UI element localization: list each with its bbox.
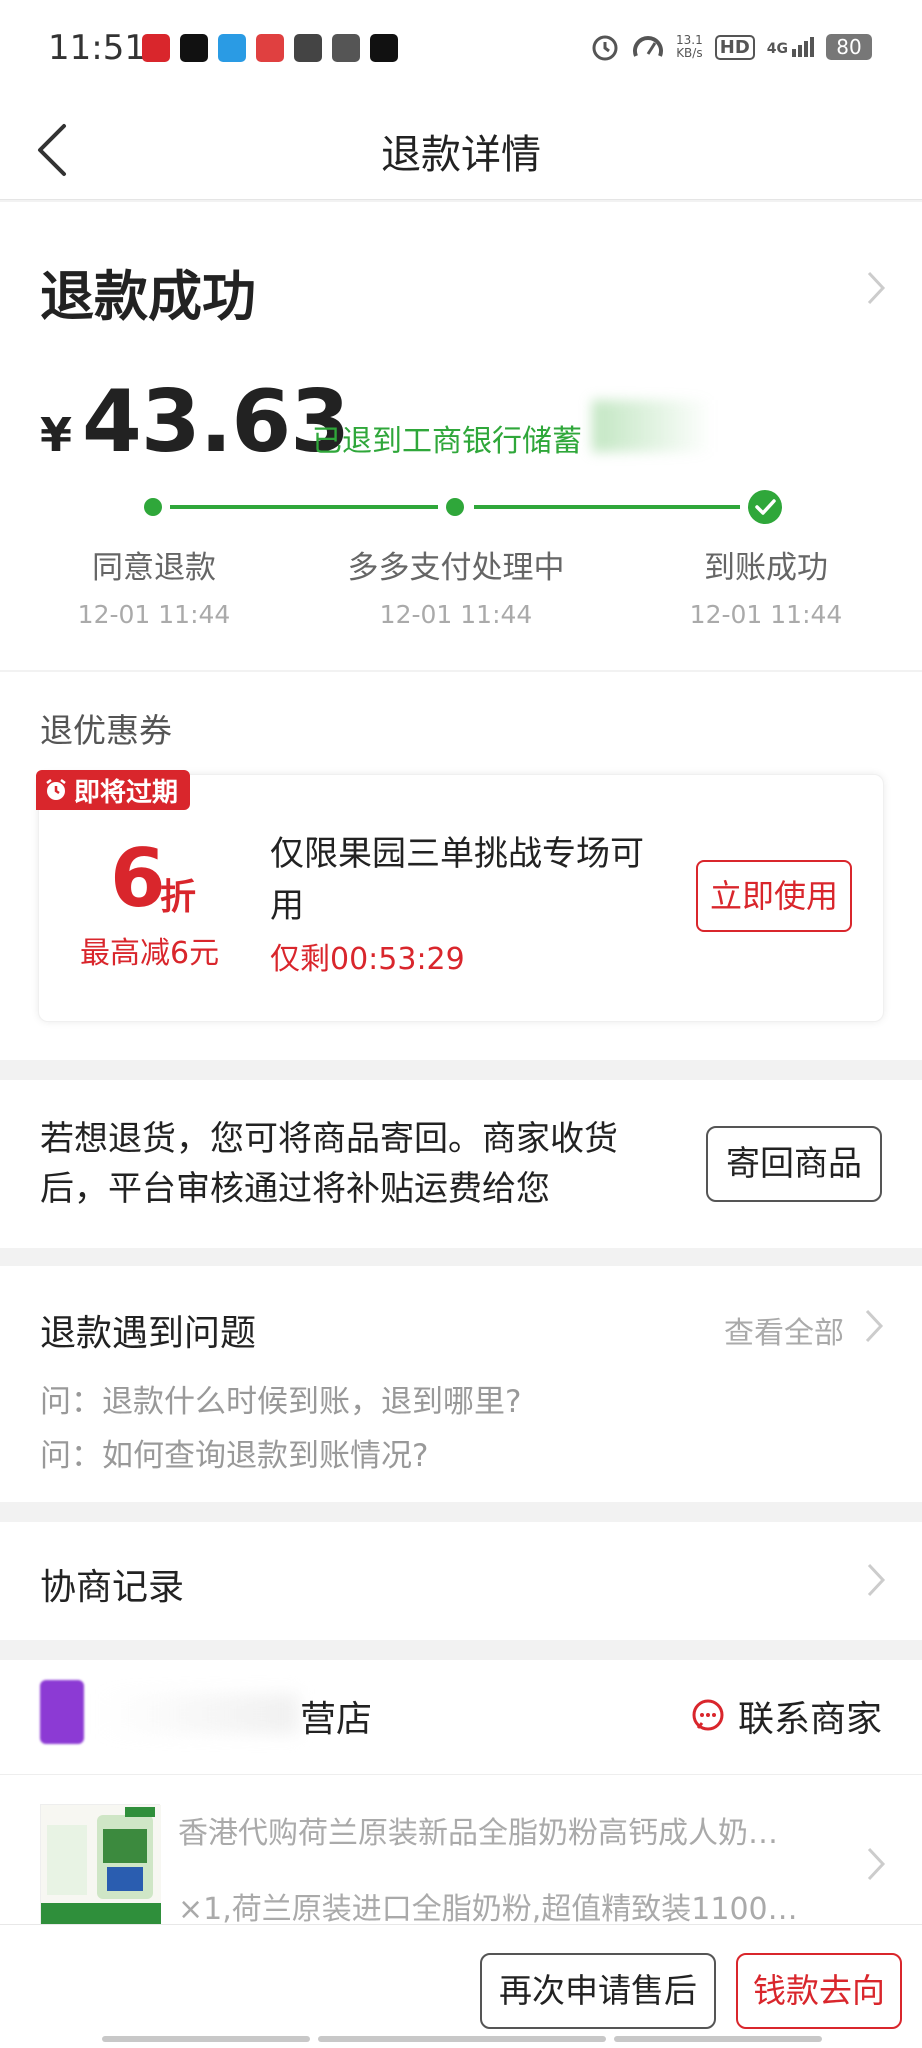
progress-line-1 [170,505,438,509]
battery-icon: 80 [826,34,872,60]
telegram-icon [218,34,246,62]
faq-title: 退款遇到问题 [40,1313,257,1354]
refund-status-card[interactable]: 退款成功 ¥ 43.63 已退到工商银行储蓄 同意退款 多多支付处理中 到账成功… [0,202,922,670]
coupon-countdown: 仅剩00:53:29 [270,942,465,977]
negotiation-record-row[interactable]: 协商记录 [0,1522,922,1640]
mail-app-icon [294,34,322,62]
max-reduction: 最高减6元 [80,936,220,971]
app-notification-icon [142,34,170,62]
nav-indicator [102,2036,310,2042]
refund-progress: 同意退款 多多支付处理中 到账成功 12-01 11:44 12-01 11:4… [0,202,922,629]
chevron-right-icon [867,1563,886,1597]
refund-destination: 已退到工商银行储蓄 [312,424,582,459]
divider [0,1774,922,1775]
store-avatar [40,1680,84,1744]
hd-indicator: HD [714,34,755,60]
money-flow-button[interactable]: 钱款去向 [736,1953,902,2029]
status-time: 11:51 [48,28,146,68]
contact-merchant-button[interactable]: 联系商家 [690,1690,882,1742]
refund-amount: ¥ 43.63 [40,372,350,472]
store-name: 营店 [300,1699,373,1740]
news-app-icon [256,34,284,62]
bottom-action-bar: 再次申请售后 钱款去向 [0,1924,922,2048]
system-status-icons: 13.1 KB/s HD 4G 80 [590,32,872,62]
currency-symbol: ¥ [40,408,73,462]
expire-badge: 即将过期 [36,770,191,810]
product-spec: ×1,荷兰原装进口全脂奶粉,超值精致装1100… [178,1892,798,1927]
nav-indicator [614,2036,822,2042]
step-label-2: 多多支付处理中 [347,550,565,586]
link-app-icon [332,34,360,62]
progress-dot-2 [446,498,464,516]
progress-line-2 [474,505,740,509]
signal-icon: 4G [767,37,814,57]
coupon-section-label: 退优惠券 [40,711,172,750]
step-label-3: 到账成功 [704,550,828,586]
product-name[interactable]: 香港代购荷兰原装新品全脂奶粉高钙成人奶… [178,1808,828,1852]
refund-coupon-section: 退优惠券 即将过期 6 折 最高减6元 仅限果园三单挑战专场可用 仅剩00:53… [0,672,922,1060]
chat-icon [692,1699,724,1731]
amount-value: 43.63 [82,372,350,472]
alarm-icon [592,35,618,61]
refund-faq-section[interactable]: 退款遇到问题 查看全部 问：退款什么时候到账，退到哪里? 问：如何查询退款到账情… [0,1266,922,1502]
page-title: 退款详情 [381,132,541,178]
discount-unit: 折 [160,877,197,918]
step-time-2: 12-01 11:44 [379,600,533,629]
network-speed: 13.1 KB/s [676,33,703,60]
step-label-1: 同意退款 [92,550,216,586]
return-goods-section: 若想退货，您可将商品寄回。商家收货后，平台审核通过将补贴运费给您 寄回商品 [0,1080,922,1248]
return-goods-button[interactable]: 寄回商品 [706,1126,882,1202]
check-icon [748,490,782,524]
return-goods-text: 若想退货，您可将商品寄回。商家收货后，平台审核通过将补贴运费给您 [40,1119,618,1209]
capcut-icon [370,34,398,62]
status-bar: 11:51 13.1 KB/s HD 4G 80 [0,0,922,100]
discount-value: 6 [110,832,166,925]
store-section: 营店 联系商家 香港代购荷兰原装新品全脂奶粉高钙成人奶… ×1,荷兰原装进口全脂… [0,1660,922,1950]
step-time-1: 12-01 11:44 [77,600,231,629]
faq-question-2[interactable]: 问：如何查询退款到账情况? [40,1430,428,1475]
nav-indicator [318,2036,606,2042]
product-thumbnail[interactable] [40,1804,161,1925]
coupon-description: 仅限果园三单挑战专场可用 [270,834,644,926]
view-all-link[interactable]: 查看全部 [724,1308,844,1352]
chevron-right-icon [865,1309,884,1343]
step-time-3: 12-01 11:44 [689,600,843,629]
speedometer-icon [633,36,664,57]
reapply-aftersale-button[interactable]: 再次申请售后 [480,1953,716,2029]
faq-question-1[interactable]: 问：退款什么时候到账，退到哪里? [40,1376,521,1421]
chevron-right-icon [867,1847,886,1881]
use-now-button[interactable]: 立即使用 [696,860,852,932]
nav-header: 退款详情 [0,100,922,200]
tiktok-icon [180,34,208,62]
redacted-account [592,400,712,452]
record-title: 协商记录 [40,1567,185,1608]
progress-dot-1 [144,498,162,516]
redacted-store-name [98,1694,298,1734]
clock-icon [46,779,66,800]
notification-icons [142,34,398,62]
